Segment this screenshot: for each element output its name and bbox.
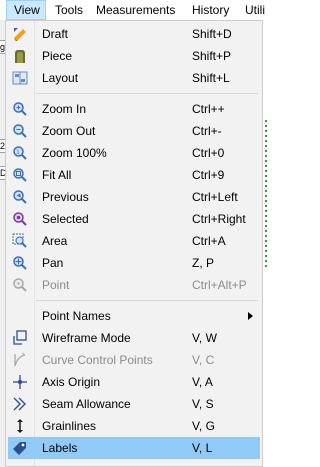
menu-item-draft[interactable]: Draft Shift+D xyxy=(8,23,260,45)
layout-icon xyxy=(12,70,28,86)
menu-item-area[interactable]: Area Ctrl+A xyxy=(8,230,260,252)
menu-item-label: Wireframe Mode xyxy=(42,331,131,345)
fit-all-icon xyxy=(12,167,28,183)
menu-item-label: Point Names xyxy=(42,309,111,323)
menu-item-grainlines[interactable]: Grainlines V, G xyxy=(8,415,260,437)
menu-item-point-names[interactable]: Point Names xyxy=(8,305,260,327)
menu-item-shortcut: V, L xyxy=(192,441,213,455)
menu-history[interactable]: History xyxy=(192,0,229,20)
view-menu-dropdown: Draft Shift+D Piece Shift+P Layout Shift… xyxy=(5,20,263,467)
menu-item-curve-control-points: Curve Control Points V, C xyxy=(8,349,260,371)
svg-text:1: 1 xyxy=(16,149,20,156)
menu-item-shortcut: Ctrl++ xyxy=(192,102,225,116)
menu-item-selected[interactable]: Selected Ctrl+Right xyxy=(8,208,260,230)
menu-item-label: Point xyxy=(42,278,70,292)
menu-item-shortcut: Ctrl+Alt+P xyxy=(192,278,247,292)
menu-item-fit-all[interactable]: Fit All Ctrl+9 xyxy=(8,164,260,186)
menu-item-shortcut: Ctrl+Left xyxy=(192,190,238,204)
axis-origin-icon xyxy=(12,374,28,390)
menu-item-layout[interactable]: Layout Shift+L xyxy=(8,67,260,89)
menu-utilities[interactable]: Utili xyxy=(245,0,265,20)
pan-icon xyxy=(12,255,28,271)
menu-item-label: Zoom In xyxy=(42,102,87,116)
menu-item-shortcut: Ctrl+0 xyxy=(192,146,225,160)
zoom-previous-icon xyxy=(12,189,28,205)
menu-item-shortcut: Ctrl+Right xyxy=(192,212,246,226)
wireframe-icon xyxy=(12,330,28,346)
piece-icon xyxy=(12,48,28,64)
zoom-in-icon xyxy=(12,101,28,117)
menu-separator xyxy=(36,93,258,94)
menu-item-label: Piece xyxy=(42,49,73,63)
menu-item-shortcut: Z, P xyxy=(192,256,215,270)
menu-item-label: Labels xyxy=(42,441,78,455)
grainlines-icon xyxy=(12,418,28,434)
menu-item-label: Fit All xyxy=(42,168,72,182)
menu-item-label: Selected xyxy=(42,212,89,226)
menu-item-shortcut: V, W xyxy=(192,331,217,345)
menu-item-label: Zoom 100% xyxy=(42,146,107,160)
menu-item-label: Layout xyxy=(42,71,79,85)
submenu-arrow-icon xyxy=(248,312,253,320)
menu-tools[interactable]: Tools xyxy=(55,0,83,20)
menu-item-wireframe-mode[interactable]: Wireframe Mode V, W xyxy=(8,327,260,349)
menu-view[interactable]: View xyxy=(6,0,46,20)
menu-item-label: Curve Control Points xyxy=(42,353,153,367)
menu-item-label: Previous xyxy=(42,190,89,204)
background-canvas-dots xyxy=(265,120,267,270)
menu-item-shortcut: Ctrl+- xyxy=(192,124,222,138)
menubar: View Tools Measurements History Utili xyxy=(0,0,269,20)
seam-allowance-icon xyxy=(12,396,28,412)
menu-item-zoom-in[interactable]: Zoom In Ctrl++ xyxy=(8,98,260,120)
zoom-100-icon: 1 xyxy=(12,145,28,161)
menu-item-shortcut: Ctrl+9 xyxy=(192,168,225,182)
menu-item-label: Zoom Out xyxy=(42,124,96,138)
menu-item-zoom-100[interactable]: 1 Zoom 100% Ctrl+0 xyxy=(8,142,260,164)
menu-item-label: Grainlines xyxy=(42,419,97,433)
curve-control-points-icon xyxy=(12,352,28,368)
zoom-point-icon xyxy=(12,277,28,293)
menu-measurements[interactable]: Measurements xyxy=(96,0,175,20)
menu-item-previous[interactable]: Previous Ctrl+Left xyxy=(8,186,260,208)
menu-item-shortcut: Shift+L xyxy=(192,71,230,85)
menu-item-shortcut: Shift+P xyxy=(192,49,232,63)
menu-item-shortcut: V, G xyxy=(192,419,215,433)
menu-item-axis-origin[interactable]: Axis Origin V, A xyxy=(8,371,260,393)
menu-item-seam-allowance[interactable]: Seam Allowance V, S xyxy=(8,393,260,415)
menu-item-label: Draft xyxy=(42,27,69,41)
menu-item-zoom-out[interactable]: Zoom Out Ctrl+- xyxy=(8,120,260,142)
menu-item-shortcut: V, A xyxy=(192,375,213,389)
zoom-selected-icon xyxy=(12,211,28,227)
menu-item-labels[interactable]: Labels V, L xyxy=(8,437,260,459)
menu-item-label: Axis Origin xyxy=(42,375,101,389)
menu-item-shortcut: V, S xyxy=(192,397,214,411)
zoom-area-icon xyxy=(12,233,28,249)
menu-item-point: Point Ctrl+Alt+P xyxy=(8,274,260,296)
menu-item-piece[interactable]: Piece Shift+P xyxy=(8,45,260,67)
menu-item-shortcut: V, C xyxy=(192,353,215,367)
menu-item-label: Seam Allowance xyxy=(42,397,131,411)
menu-item-label: Area xyxy=(42,234,68,248)
draft-icon xyxy=(12,26,28,42)
menu-separator xyxy=(36,300,258,301)
zoom-out-icon xyxy=(12,123,28,139)
menu-item-shortcut: Shift+D xyxy=(192,27,232,41)
menu-item-label: Pan xyxy=(42,256,64,270)
labels-icon xyxy=(12,440,28,456)
menu-item-pan[interactable]: Pan Z, P xyxy=(8,252,260,274)
menu-item-shortcut: Ctrl+A xyxy=(192,234,226,248)
